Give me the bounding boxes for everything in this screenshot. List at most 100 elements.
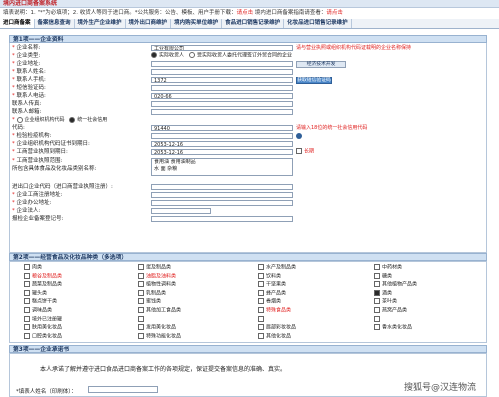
email-input[interactable] xyxy=(151,109,293,115)
category-checkbox[interactable]: 卷烟类 xyxy=(258,298,281,306)
category-checkbox[interactable]: 肉类 xyxy=(24,264,42,272)
guide-link[interactable]: 请点击 xyxy=(326,10,343,16)
sms-input[interactable] xyxy=(151,85,293,91)
credit-code-radio[interactable]: 统一社会信用 xyxy=(69,116,107,123)
category-checkbox[interactable]: 糕点饼干类 xyxy=(24,298,57,306)
fax-input[interactable] xyxy=(151,101,293,107)
checkbox-box[interactable] xyxy=(374,315,380,322)
scope-textarea[interactable]: 食用油 食用油制品 水 面 杂粮 xyxy=(151,158,293,176)
download-link[interactable]: 请点击 xyxy=(237,10,254,16)
checkbox-box[interactable] xyxy=(138,298,144,305)
address-input[interactable] xyxy=(151,61,293,67)
tel-input[interactable]: 020-66 xyxy=(151,93,293,99)
license-date-input[interactable]: 2053-12-16 xyxy=(151,149,293,155)
category-checkbox[interactable]: 肤用美化妆品 xyxy=(24,324,62,332)
legal-input[interactable] xyxy=(151,208,211,214)
tab-cosmetic-sales-record[interactable]: 化妆品进口销售记录维护 xyxy=(284,19,352,28)
checkbox-box[interactable] xyxy=(374,289,380,296)
category-checkbox[interactable]: 茶叶类 xyxy=(374,298,397,306)
checkbox-box[interactable] xyxy=(24,332,30,339)
checkbox-box[interactable] xyxy=(24,315,30,322)
checkbox-box[interactable] xyxy=(374,307,380,313)
checkbox-box[interactable] xyxy=(374,298,380,305)
category-checkbox[interactable]: 罐头类 xyxy=(24,289,47,298)
category-checkbox[interactable]: 干坚果类 xyxy=(258,281,286,289)
category-checkbox[interactable]: 特殊功能化妆品 xyxy=(138,332,181,341)
checkbox-box[interactable] xyxy=(258,272,264,279)
reg-address-input[interactable] xyxy=(151,192,293,198)
category-checkbox[interactable]: 蜂产品类 xyxy=(258,289,286,298)
category-checkbox[interactable]: 酒类 xyxy=(374,289,392,298)
checkbox-box[interactable] xyxy=(24,264,30,270)
category-checkbox[interactable]: 香水类化妆品 xyxy=(374,324,412,332)
tab-importer-record[interactable]: 进口商备案 xyxy=(0,19,35,28)
category-checkbox[interactable]: 发用美化妆品 xyxy=(138,324,176,332)
checkbox-box[interactable] xyxy=(258,307,264,313)
org-date-input[interactable]: 2053-12-16 xyxy=(151,141,293,147)
checkbox-box[interactable] xyxy=(258,332,264,339)
inspection-gear-icon[interactable] xyxy=(296,133,302,139)
category-checkbox[interactable] xyxy=(258,315,266,324)
address-select-button[interactable]: 经济技术开发 xyxy=(296,60,346,68)
checkbox-box[interactable] xyxy=(258,324,264,331)
category-checkbox[interactable]: 调味品类 xyxy=(24,307,52,315)
category-checkbox[interactable]: 其他植物产品类 xyxy=(374,281,417,289)
tax-code-input[interactable] xyxy=(151,184,293,190)
checkbox-box[interactable] xyxy=(374,324,380,331)
category-checkbox[interactable]: 饮料类 xyxy=(258,272,281,281)
checkbox-box[interactable] xyxy=(138,289,144,296)
checkbox-box[interactable] xyxy=(24,307,30,313)
checkbox-box[interactable] xyxy=(138,281,144,288)
checkbox-box[interactable] xyxy=(24,324,30,331)
checkbox-box[interactable] xyxy=(24,272,30,279)
inspection-select[interactable] xyxy=(151,133,293,139)
checkbox-box[interactable] xyxy=(138,272,144,279)
checkbox-box[interactable] xyxy=(258,289,264,296)
category-checkbox[interactable]: 水产及制品类 xyxy=(258,264,296,272)
checkbox-box[interactable] xyxy=(374,264,380,270)
category-checkbox[interactable]: 粮谷及制品类 xyxy=(24,272,62,281)
type-radio-agent[interactable]: 受实际收货人委托代理签订外贸合同的企业 xyxy=(189,52,292,60)
checkbox-box[interactable] xyxy=(258,281,264,288)
checkbox-box[interactable] xyxy=(138,307,144,313)
category-checkbox[interactable]: 其他化妆品 xyxy=(258,332,291,341)
get-sms-code-button[interactable]: 获取短信验证码 xyxy=(296,76,332,84)
contact-name-input[interactable] xyxy=(151,69,293,75)
category-checkbox[interactable]: 特殊食品类 xyxy=(258,307,291,315)
type-radio-actual[interactable]: 实际收货人 xyxy=(151,52,184,60)
category-checkbox[interactable]: 其他加工食品类 xyxy=(138,307,181,315)
company-name-input[interactable]: 工业有限公司 xyxy=(151,45,293,51)
category-checkbox[interactable]: 乳制品类 xyxy=(138,289,166,298)
checkbox-box[interactable] xyxy=(24,289,30,296)
credit-code-input[interactable]: 91440 xyxy=(151,125,293,131)
category-checkbox[interactable]: 植物性调料类 xyxy=(138,281,176,289)
category-checkbox[interactable]: 蜜饯类 xyxy=(138,298,161,306)
category-checkbox[interactable]: 唇部彩妆妆品 xyxy=(258,324,296,332)
phone-input[interactable]: 1372 xyxy=(151,77,293,83)
category-checkbox[interactable]: 蔬菜及制品类 xyxy=(24,281,62,289)
checkbox-box[interactable] xyxy=(138,332,144,339)
tab-domestic-buyer[interactable]: 境内购买单位维护 xyxy=(171,19,223,28)
category-checkbox[interactable]: 中药材类 xyxy=(374,264,402,272)
category-checkbox[interactable] xyxy=(138,315,146,324)
category-checkbox[interactable]: 境外已注册罐 xyxy=(24,315,62,324)
category-checkbox[interactable]: 口腔类化妆品 xyxy=(24,332,62,341)
tab-overseas-exporter[interactable]: 境外出口商维护 xyxy=(126,19,172,28)
category-checkbox[interactable]: 燕窝产品类 xyxy=(374,307,407,315)
signer-input[interactable] xyxy=(88,386,158,393)
org-code-radio[interactable]: 企业组织机构代码 xyxy=(16,116,65,123)
tab-record-query[interactable]: 备案信息查询 xyxy=(35,19,75,28)
checkbox-box[interactable] xyxy=(138,315,144,322)
category-checkbox[interactable] xyxy=(374,315,382,324)
checkbox-box[interactable] xyxy=(374,281,380,288)
checkbox-box[interactable] xyxy=(24,281,30,288)
checkbox-box[interactable] xyxy=(138,264,144,270)
category-checkbox[interactable]: 油脂及油料类 xyxy=(138,272,176,281)
category-checkbox[interactable]: 蛋及制品类 xyxy=(138,264,171,272)
tab-overseas-producer[interactable]: 境外生产企业维护 xyxy=(75,19,126,28)
tab-food-sales-record[interactable]: 食品进口销售记录维护 xyxy=(222,19,285,28)
checkbox-box[interactable] xyxy=(258,264,264,270)
office-address-input[interactable] xyxy=(151,200,293,206)
checkbox-box[interactable] xyxy=(24,298,30,305)
record-no-input[interactable] xyxy=(151,216,293,222)
